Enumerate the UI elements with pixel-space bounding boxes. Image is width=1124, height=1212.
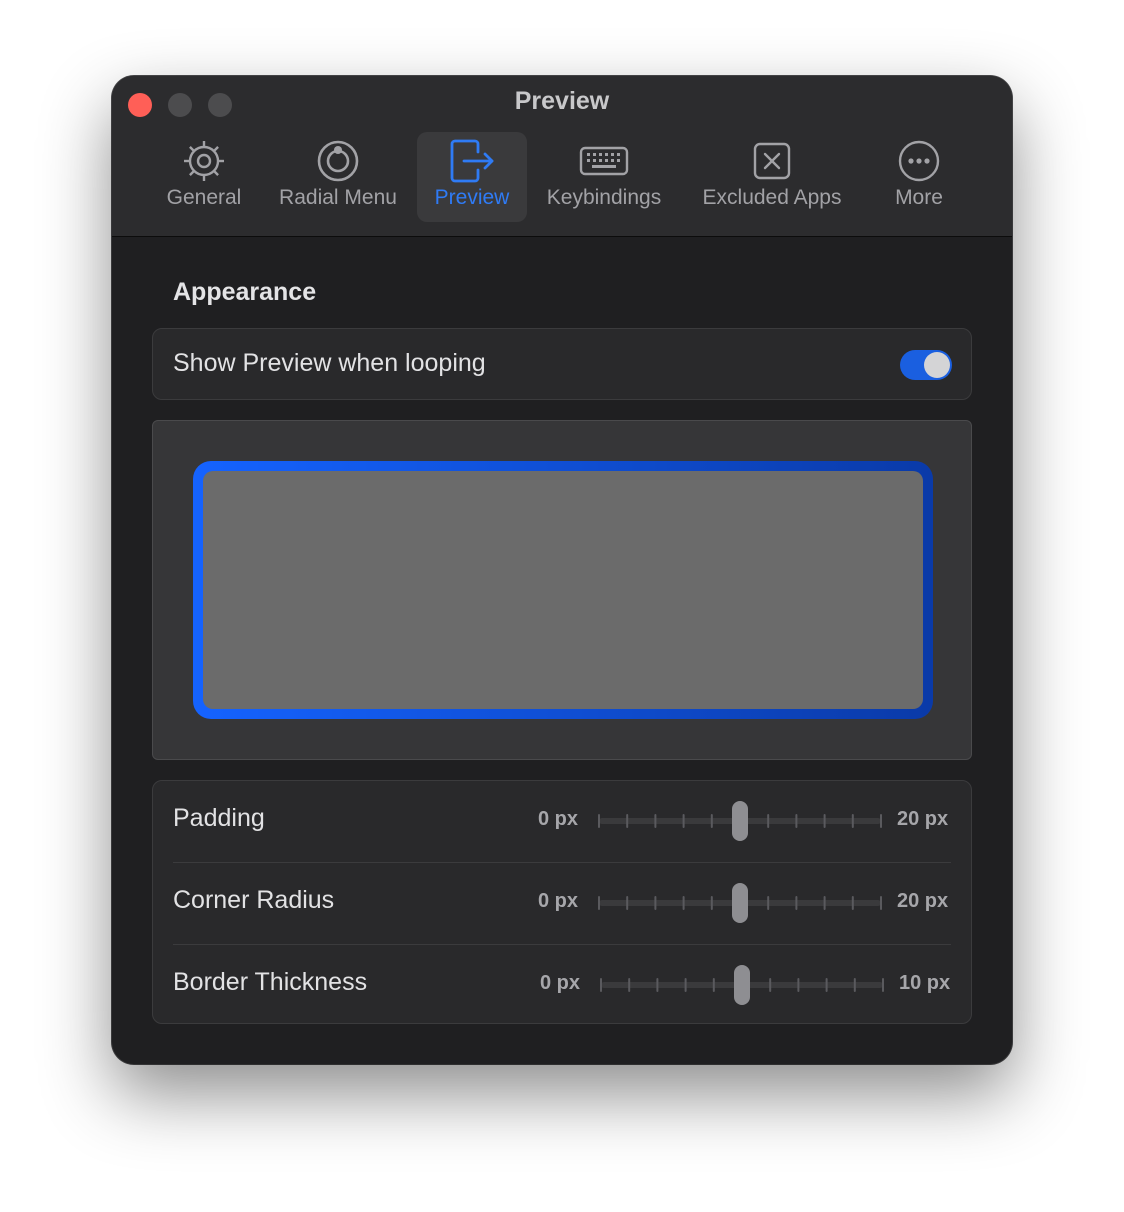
slider-tick [882, 978, 884, 992]
slider-tick [795, 896, 798, 910]
slider-tick [712, 978, 715, 992]
slider-tick [880, 814, 882, 828]
tab-label: Keybindings [546, 186, 662, 209]
corner-radius-max-label: 20 px [897, 890, 949, 912]
tab-more[interactable]: More [874, 132, 964, 222]
toggle-knob [924, 352, 950, 378]
gear-icon [184, 141, 224, 181]
slider-tick [600, 978, 602, 992]
border-thickness-max-label: 10 px [899, 972, 951, 994]
preview-exit-icon [450, 139, 494, 183]
padding-label: Padding [173, 804, 265, 832]
corner-radius-min-label: 0 px [538, 890, 579, 912]
window-title: Preview [514, 87, 610, 115]
slider-tick [598, 814, 600, 828]
tab-general[interactable]: General [156, 132, 252, 222]
padding-min-label: 0 px [538, 808, 579, 830]
slider-tick [598, 896, 600, 910]
excluded-apps-icon [753, 142, 791, 180]
slider-tick [628, 978, 631, 992]
tab-label: More [895, 186, 943, 209]
more-icon [898, 140, 940, 182]
slider-tick [823, 896, 826, 910]
section-title-appearance: Appearance [173, 278, 317, 306]
slider-tick [626, 814, 629, 828]
slider-tick [769, 978, 772, 992]
border-thickness-row: Border Thickness 0 px 10 px [153, 945, 971, 1027]
keyboard-icon [579, 146, 629, 176]
slider-tick [851, 896, 854, 910]
slider-tick [880, 896, 882, 910]
slider-tick [654, 814, 657, 828]
slider-tick [654, 896, 657, 910]
slider-tick [851, 814, 854, 828]
slider-tick [710, 896, 713, 910]
border-thickness-min-label: 0 px [540, 972, 581, 994]
tab-label: General [166, 186, 242, 209]
border-thickness-slider[interactable] [587, 963, 897, 1007]
slider-tick [656, 978, 659, 992]
tab-label: Preview [434, 186, 510, 209]
tab-preview[interactable]: Preview [417, 132, 527, 222]
slider-tick [684, 978, 687, 992]
sliders-card: Padding 0 px 20 px Corner Radius 0 px 20… [152, 780, 972, 1024]
show-preview-toggle[interactable] [900, 350, 952, 380]
radial-menu-icon [317, 140, 359, 182]
slider-thumb[interactable] [734, 965, 750, 1005]
tab-keybindings[interactable]: Keybindings [538, 132, 670, 222]
tab-radial-menu[interactable]: Radial Menu [270, 132, 406, 222]
slider-thumb[interactable] [732, 801, 748, 841]
slider-tick [853, 978, 856, 992]
show-preview-row: Show Preview when looping [152, 328, 972, 400]
tab-excluded-apps[interactable]: Excluded Apps [692, 132, 852, 222]
border-thickness-label: Border Thickness [173, 968, 368, 996]
padding-slider[interactable] [585, 799, 895, 843]
padding-row: Padding 0 px 20 px [153, 781, 971, 863]
slider-tick [823, 814, 826, 828]
preview-window-frame [193, 461, 933, 719]
preferences-window: Preview General Radial Menu Preview Keyb… [112, 76, 1012, 1064]
show-preview-label: Show Preview when looping [173, 349, 486, 377]
slider-tick [797, 978, 800, 992]
slider-tick [626, 896, 629, 910]
tab-label: Radial Menu [279, 186, 397, 209]
slider-thumb[interactable] [732, 883, 748, 923]
slider-tick [767, 896, 770, 910]
preview-area [152, 420, 972, 760]
slider-tick [795, 814, 798, 828]
padding-max-label: 20 px [897, 808, 949, 830]
toolbar: Preview General Radial Menu Preview Keyb… [112, 76, 1012, 237]
tab-label: Excluded Apps [702, 186, 842, 209]
corner-radius-slider[interactable] [585, 881, 895, 925]
slider-tick [682, 814, 685, 828]
corner-radius-label: Corner Radius [173, 886, 335, 914]
corner-radius-row: Corner Radius 0 px 20 px [153, 863, 971, 945]
slider-tick [825, 978, 828, 992]
preview-window-content [203, 471, 923, 709]
slider-tick [710, 814, 713, 828]
slider-tick [767, 814, 770, 828]
slider-tick [682, 896, 685, 910]
